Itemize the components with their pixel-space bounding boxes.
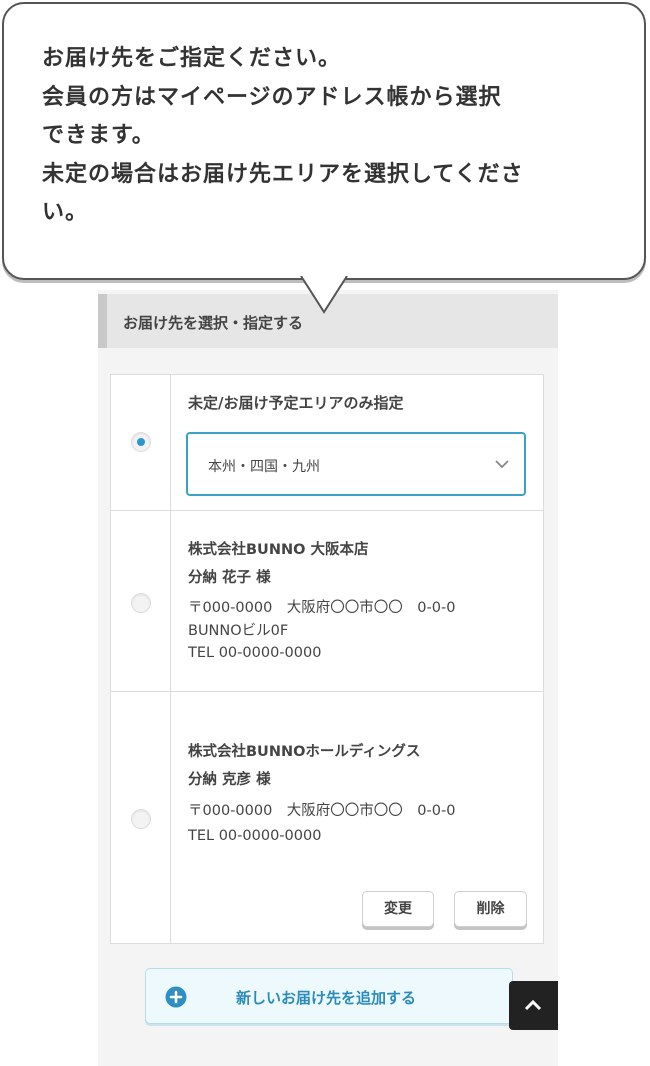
radio-column [111,692,171,944]
address-line1: 〒000-0000 大阪府〇〇市〇〇 0-0-0 [188,600,456,616]
recipient-name: 分納 花子 様 [188,570,271,586]
delivery-panel: お届け先を選択・指定する 未定/お届け予定エリアのみ指定 本州・四国・九州 株式… [98,290,558,1066]
address-options: 未定/お届け予定エリアのみ指定 本州・四国・九州 株式会社BUNNO 大阪本店 … [110,374,544,944]
address-option[interactable]: 株式会社BUNNOホールディングス 分納 克彦 様 〒000-0000 大阪府〇… [111,692,543,944]
radio-button-selected[interactable] [131,432,151,452]
bubble-line: 未定の場合はお届け先エリアを選択してくださ [42,161,524,187]
section-title: お届け先を選択・指定する [123,314,304,332]
recipient-name: 分納 克彦 様 [188,772,271,788]
area-select[interactable]: 本州・四国・九州 [186,432,526,496]
address-line1: 〒000-0000 大阪府〇〇市〇〇 0-0-0 [188,803,456,819]
option-title: 未定/お届け予定エリアのみ指定 [188,394,404,412]
bubble-line: い。 [42,200,89,225]
bubble-tail [300,276,348,314]
company-name: 株式会社BUNNO 大阪本店 [188,542,369,558]
radio-button[interactable] [131,809,151,829]
address-option-undecided[interactable]: 未定/お届け予定エリアのみ指定 本州・四国・九州 [111,375,543,511]
tel-number: TEL 00-0000-0000 [188,645,322,661]
tel-number: TEL 00-0000-0000 [188,828,322,844]
bubble-line: できます。 [42,123,155,148]
plus-circle-icon [165,986,187,1008]
company-name: 株式会社BUNNOホールディングス [188,744,421,760]
area-select-value: 本州・四国・九州 [208,459,320,475]
add-address-label: 新しいお届け先を追加する [236,989,417,1007]
back-to-top-button[interactable] [509,981,558,1030]
radio-column [111,511,171,691]
bubble-line: 会員の方はマイページのアドレス帳から選択 [42,84,502,110]
chevron-down-icon [495,460,509,469]
address-option[interactable]: 株式会社BUNNO 大阪本店 分納 花子 様 〒000-0000 大阪府〇〇市〇… [111,511,543,692]
instruction-bubble: お届け先をご指定ください。 会員の方はマイページのアドレス帳から選択 できます。… [2,2,646,280]
chevron-up-icon [524,999,542,1011]
add-address-button[interactable]: 新しいお届け先を追加する [145,968,513,1024]
delete-button[interactable]: 削除 [454,891,527,927]
address-line2: BUNNOビル0F [188,623,289,639]
bubble-line: お届け先をご指定ください。 [42,46,342,71]
edit-button[interactable]: 変更 [362,891,434,927]
radio-column [111,375,171,510]
radio-button[interactable] [131,593,151,613]
